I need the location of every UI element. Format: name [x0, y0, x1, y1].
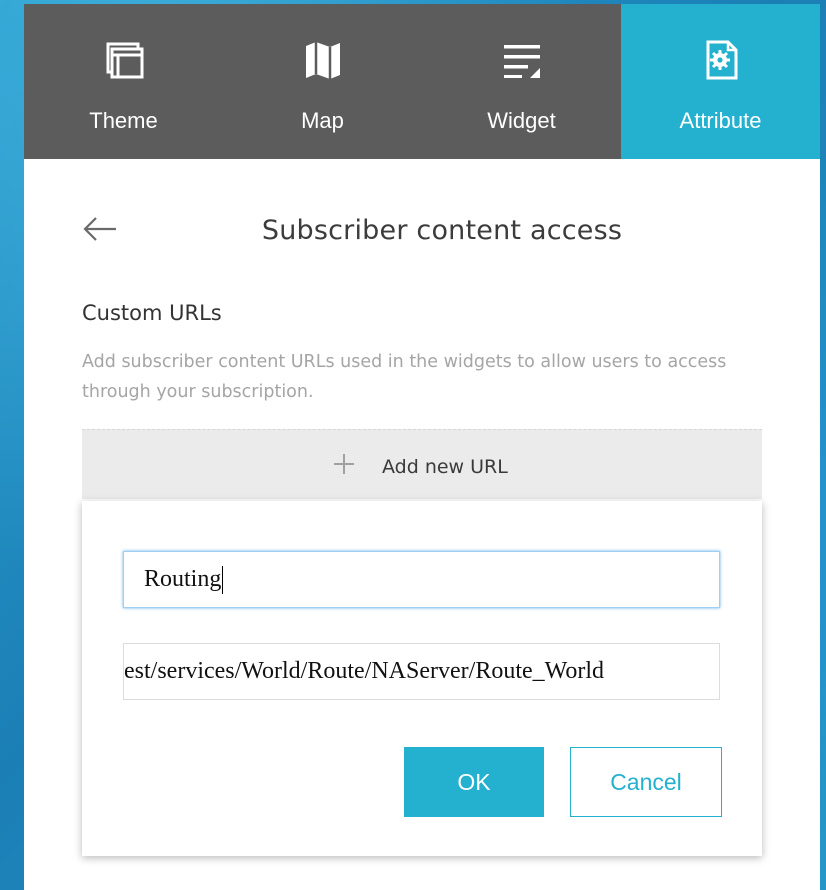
text-caret — [222, 566, 224, 595]
map-icon — [305, 42, 340, 79]
theme-icon — [106, 42, 143, 79]
tab-theme-label: Theme — [89, 108, 158, 133]
add-new-url-button[interactable]: Add new URL — [82, 429, 762, 499]
tab-widget-label: Widget — [487, 108, 556, 133]
section-description: Add subscriber content URLs used in the … — [82, 352, 727, 402]
tab-map-label: Map — [301, 108, 344, 133]
widget-icon — [503, 45, 540, 78]
url-name-input[interactable]: Routing — [123, 551, 720, 608]
tab-widget[interactable]: Widget — [422, 4, 621, 159]
url-name-value: Routing — [144, 566, 222, 592]
url-edit-popup: Routing est/services/World/Route/NAServe… — [82, 501, 762, 856]
tab-bar: Theme Map Widget Attribute — [24, 4, 820, 159]
add-new-url-label: Add new URL — [382, 456, 508, 478]
tab-attribute[interactable]: Attribute — [621, 4, 820, 159]
cancel-button[interactable]: Cancel — [570, 747, 722, 817]
builder-panel: Theme Map Widget Attribute Subscriber co… — [24, 4, 820, 890]
url-address-input[interactable]: est/services/World/Route/NAServer/Route_… — [123, 643, 720, 700]
tab-map[interactable]: Map — [223, 4, 422, 159]
ok-button[interactable]: OK — [404, 747, 544, 817]
section-title: Custom URLs — [82, 301, 222, 325]
plus-icon — [334, 454, 354, 474]
url-address-value: est/services/World/Route/NAServer/Route_… — [124, 658, 605, 684]
tab-attribute-label: Attribute — [679, 108, 762, 133]
tab-theme[interactable]: Theme — [24, 4, 223, 159]
page-title: Subscriber content access — [261, 215, 623, 246]
page-header: Subscriber content access — [24, 209, 820, 259]
attribute-icon — [706, 40, 737, 80]
